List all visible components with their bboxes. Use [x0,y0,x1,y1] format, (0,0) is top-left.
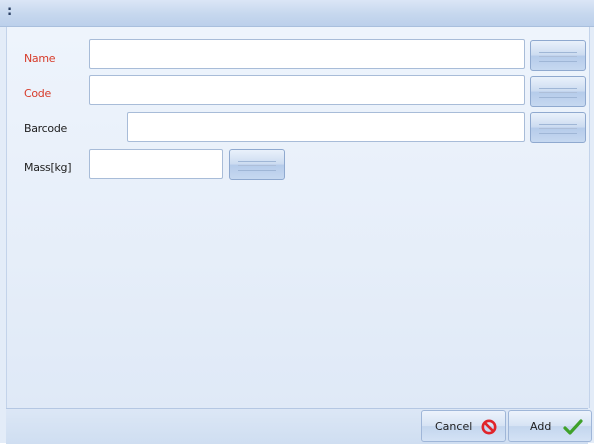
window-title: : [7,4,13,19]
cancel-button-label: Cancel [435,420,473,433]
name-label: Name [24,52,56,65]
dialog-window: : Name Code Barcode Mass[kg] Cancel Add [0,0,594,444]
code-input[interactable] [89,75,525,105]
mass-keyboard-button[interactable] [229,149,285,180]
add-button[interactable]: Add [508,410,592,442]
mass-input[interactable] [89,149,223,179]
keyboard-icon [539,124,577,134]
no-entry-icon [481,419,497,435]
barcode-keyboard-button[interactable] [530,112,586,143]
keyboard-icon [539,88,577,98]
code-label: Code [24,87,51,100]
keyboard-icon [238,161,276,171]
checkmark-icon [563,419,583,435]
name-input[interactable] [89,39,525,69]
code-keyboard-button[interactable] [530,76,586,107]
title-bar: : [0,0,594,27]
add-button-label: Add [530,420,552,433]
barcode-label: Barcode [24,122,67,135]
name-keyboard-button[interactable] [530,40,586,71]
mass-label: Mass[kg] [24,161,72,174]
barcode-input[interactable] [127,112,525,142]
cancel-button[interactable]: Cancel [421,410,506,442]
keyboard-icon [539,52,577,62]
